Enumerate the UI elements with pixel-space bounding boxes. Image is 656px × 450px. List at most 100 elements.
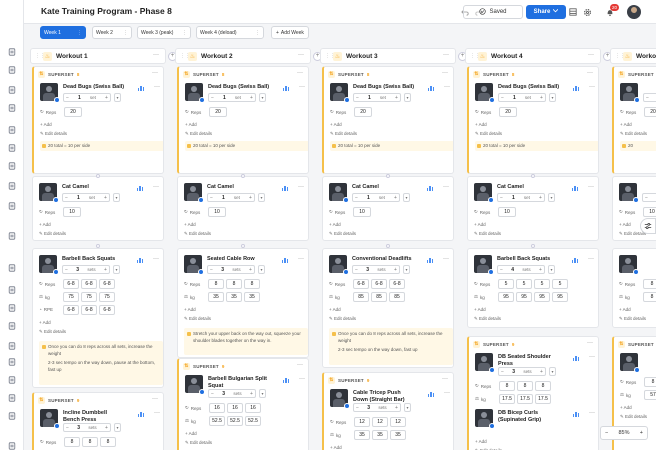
plus-icon[interactable]: + (394, 195, 397, 201)
chart-icon[interactable] (136, 258, 143, 263)
metric-input[interactable]: 85 (371, 292, 387, 302)
chevron-down-icon[interactable]: ▾ (114, 93, 121, 102)
chart-icon[interactable] (427, 392, 434, 397)
chart-icon[interactable] (281, 258, 288, 263)
chart-icon[interactable] (282, 86, 289, 91)
metric-input[interactable]: 16 (245, 403, 261, 413)
more-icon[interactable]: ··· (589, 84, 595, 90)
metric-input[interactable]: 85 (353, 292, 369, 302)
metric-input[interactable]: 20 (64, 107, 82, 117)
metric-input[interactable]: 6-8 (63, 305, 79, 315)
more-icon[interactable]: ⋮ (77, 30, 82, 36)
exercise-name[interactable]: Dead Bugs (Swiss Ball) (498, 84, 559, 91)
bag-icon[interactable] (6, 320, 18, 332)
report-icon[interactable] (6, 142, 18, 154)
metric-input[interactable]: 8 (499, 381, 515, 391)
link-connector-icon[interactable] (386, 174, 390, 178)
more-icon[interactable]: ··· (298, 52, 304, 58)
grid-icon[interactable] (6, 262, 18, 274)
metric-input[interactable]: 8 (643, 292, 656, 302)
tab-week-4[interactable]: Week 4 (deload) ⋮ (196, 26, 264, 39)
chart-icon[interactable] (571, 186, 578, 191)
more-icon[interactable]: ··· (442, 70, 448, 76)
chart-icon[interactable] (137, 412, 144, 417)
more-icon[interactable]: ··· (443, 184, 449, 190)
metric-input[interactable]: 20 (209, 107, 227, 117)
edit-details-button[interactable]: ✎ Edit details (619, 316, 646, 322)
edit-details-button[interactable]: ✎ Edit details (184, 316, 211, 322)
metric-input[interactable]: 75 (99, 292, 115, 302)
more-icon[interactable]: ··· (153, 256, 159, 262)
plus-icon[interactable]: + (105, 95, 108, 101)
document-icon[interactable] (6, 64, 18, 76)
edit-details-button[interactable]: ✎ Edit details (185, 440, 212, 446)
metric-input[interactable]: 52.5 (245, 416, 261, 426)
metric-input[interactable]: 6-8 (371, 279, 387, 289)
more-icon[interactable]: ⋮ (255, 30, 260, 36)
clipboard-icon[interactable] (6, 102, 18, 114)
metric-input[interactable]: 95 (516, 292, 532, 302)
exercise-name[interactable]: Cat Camel (207, 184, 234, 191)
add-set-button[interactable]: + Add (39, 320, 51, 325)
add-set-button[interactable]: + Add (185, 122, 197, 127)
metric-input[interactable]: 5 (498, 279, 514, 289)
exercise-name[interactable]: Dead Bugs (Swiss Ball) (63, 84, 124, 91)
metric-input[interactable]: 85 (389, 292, 405, 302)
metric-input[interactable]: 5 (552, 279, 568, 289)
metric-input[interactable]: 35 (244, 292, 260, 302)
more-icon[interactable]: ··· (153, 184, 159, 190)
minus-icon[interactable]: − (355, 195, 358, 201)
minus-icon[interactable]: − (500, 195, 503, 201)
more-icon[interactable]: ··· (587, 70, 593, 76)
add-set-button[interactable]: + Add (330, 122, 342, 127)
help-icon[interactable] (6, 440, 18, 450)
metric-input[interactable]: 95 (552, 292, 568, 302)
more-icon[interactable]: ⋮ (123, 30, 128, 36)
add-set-button[interactable]: + Add (184, 222, 196, 227)
metric-input[interactable]: 20 (354, 107, 372, 117)
more-icon[interactable]: ··· (444, 390, 450, 396)
more-icon[interactable]: ··· (299, 376, 305, 382)
gear-icon[interactable] (582, 7, 592, 17)
edit-details-button[interactable]: ✎ Edit details (185, 131, 212, 137)
tab-week-2[interactable]: Week 2 ⋮ (92, 26, 132, 39)
sets-stepper[interactable]: − 1 set + (497, 193, 545, 202)
zoom-out-button[interactable]: − (605, 430, 608, 436)
minus-icon[interactable]: − (210, 195, 213, 201)
sets-stepper[interactable]: − 3 sets + (353, 403, 401, 412)
apps-icon[interactable] (6, 356, 18, 368)
metric-input[interactable]: 35 (208, 292, 224, 302)
chart-icon[interactable] (427, 86, 434, 91)
plus-icon[interactable]: + (540, 95, 543, 101)
link-connector-icon[interactable] (241, 244, 245, 248)
warning-icon[interactable] (6, 374, 18, 386)
more-icon[interactable]: ··· (153, 52, 159, 58)
chevron-down-icon[interactable]: ▾ (548, 265, 555, 274)
chart-icon[interactable] (281, 186, 288, 191)
edit-details-button[interactable]: ✎ Edit details (39, 329, 66, 335)
more-icon[interactable]: ··· (444, 84, 450, 90)
plus-icon[interactable]: + (249, 267, 252, 273)
metric-input[interactable]: 6-8 (389, 279, 405, 289)
tab-week-3[interactable]: Week 3 (peak) ⋮ (137, 26, 191, 39)
minus-icon[interactable]: − (211, 95, 214, 101)
exercise-name[interactable]: Cable Tricep Push Down (Straight Bar) (353, 390, 413, 403)
chevron-down-icon[interactable]: ▾ (549, 367, 556, 376)
chart-icon[interactable] (137, 86, 144, 91)
chart-icon[interactable] (426, 258, 433, 263)
metric-input[interactable]: 12 (354, 417, 370, 427)
minus-icon[interactable]: − (65, 267, 68, 273)
exercise-name[interactable]: Cat Camel (62, 184, 89, 191)
metric-input[interactable]: 8 (644, 377, 656, 387)
metric-input[interactable]: 75 (63, 292, 79, 302)
more-icon[interactable]: ··· (299, 84, 305, 90)
key-icon[interactable] (6, 410, 18, 422)
more-icon[interactable]: ··· (588, 52, 594, 58)
link-connector-icon[interactable] (531, 244, 535, 248)
edit-details-button[interactable]: ✎ Edit details (40, 131, 67, 137)
chevron-down-icon[interactable]: ▾ (113, 193, 120, 202)
more-icon[interactable]: ··· (588, 256, 594, 262)
metric-input[interactable]: 6-8 (353, 279, 369, 289)
metric-input[interactable]: 5 (534, 279, 550, 289)
plus-icon[interactable]: + (249, 195, 252, 201)
